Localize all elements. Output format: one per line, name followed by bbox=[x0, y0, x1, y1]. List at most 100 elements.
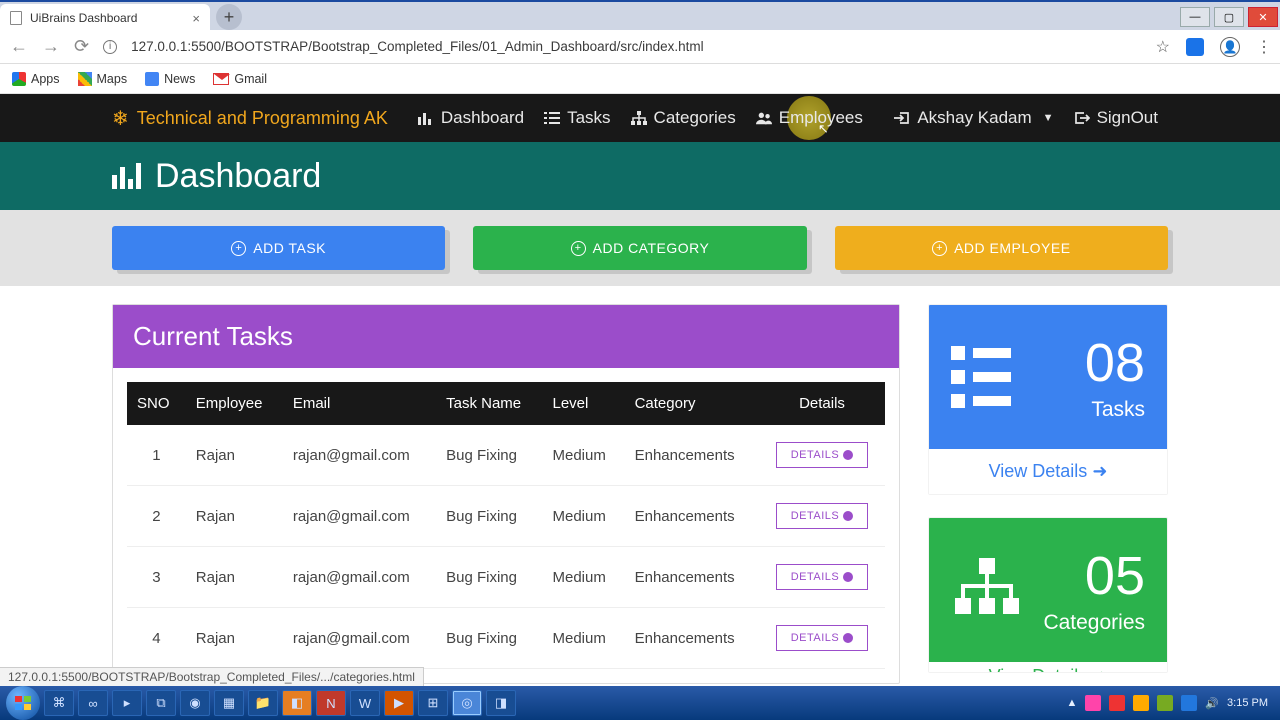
tasks-card: Current Tasks SNO Employee Email Task Na… bbox=[112, 304, 900, 684]
nav-employees[interactable]: Employees ↖ bbox=[756, 108, 863, 128]
tasks-table: SNO Employee Email Task Name Level Categ… bbox=[127, 382, 885, 669]
cell-category: Enhancements bbox=[625, 608, 759, 669]
taskbar-icon[interactable]: ▶ bbox=[384, 690, 414, 716]
cell-task: Bug Fixing bbox=[436, 486, 542, 547]
nav-categories[interactable]: Categories bbox=[631, 108, 736, 128]
taskbar-icon[interactable]: ▦ bbox=[214, 690, 244, 716]
cell-email: rajan@gmail.com bbox=[283, 608, 436, 669]
nav-signout[interactable]: SignOut bbox=[1074, 108, 1158, 128]
cell-category: Enhancements bbox=[625, 547, 759, 608]
tray-icon[interactable] bbox=[1157, 695, 1173, 711]
tasks-list-icon bbox=[951, 346, 1011, 408]
taskbar-icon[interactable]: ▸ bbox=[112, 690, 142, 716]
cell-category: Enhancements bbox=[625, 425, 759, 486]
tray-icon[interactable] bbox=[1133, 695, 1149, 711]
bookmark-news[interactable]: News bbox=[145, 72, 195, 86]
tray-icon[interactable] bbox=[1181, 695, 1197, 711]
snowflake-icon: ❄ bbox=[112, 106, 129, 131]
add-category-button[interactable]: +ADD CATEGORY bbox=[473, 226, 806, 270]
tray-show-hidden-icon[interactable]: ▲ bbox=[1066, 697, 1077, 709]
details-button[interactable]: DETAILS bbox=[776, 564, 869, 590]
col-category: Category bbox=[625, 382, 759, 425]
cell-level: Medium bbox=[542, 486, 624, 547]
forward-button[interactable]: → bbox=[42, 36, 60, 57]
taskbar-icon[interactable]: W bbox=[350, 690, 380, 716]
window-maximize-button[interactable]: ▢ bbox=[1214, 7, 1244, 27]
table-row: 2Rajanrajan@gmail.comBug FixingMediumEnh… bbox=[127, 486, 885, 547]
browser-menu-icon[interactable]: ⋮ bbox=[1256, 37, 1270, 57]
col-employee: Employee bbox=[186, 382, 283, 425]
taskbar-icon[interactable]: ◧ bbox=[282, 690, 312, 716]
bookmark-gmail[interactable]: Gmail bbox=[213, 72, 267, 86]
site-info-icon[interactable]: i bbox=[103, 40, 117, 54]
extension-icon[interactable] bbox=[1186, 38, 1204, 56]
brand[interactable]: ❄ Technical and Programming AK bbox=[112, 106, 388, 131]
details-button[interactable]: DETAILS bbox=[776, 503, 869, 529]
maps-icon bbox=[78, 72, 92, 86]
taskbar-icon[interactable]: ⊞ bbox=[418, 690, 448, 716]
bookmark-maps[interactable]: Maps bbox=[78, 72, 128, 86]
taskbar-icon[interactable]: ⌘ bbox=[44, 690, 74, 716]
dashboard-chart-icon bbox=[112, 163, 141, 189]
app-navbar: ❄ Technical and Programming AK Dashboard… bbox=[0, 94, 1280, 142]
taskbar-icon[interactable]: ◉ bbox=[180, 690, 210, 716]
taskbar-folder-icon[interactable]: 📁 bbox=[248, 690, 278, 716]
taskbar-icon[interactable]: ◨ bbox=[486, 690, 516, 716]
plus-circle-icon: + bbox=[231, 241, 246, 256]
reload-button[interactable]: ⟳ bbox=[74, 36, 89, 57]
categories-view-details-link[interactable]: View Details ➜ bbox=[929, 662, 1167, 672]
list-icon bbox=[544, 111, 560, 125]
window-close-button[interactable]: ✕ bbox=[1248, 7, 1278, 27]
taskbar-icon[interactable]: N bbox=[316, 690, 346, 716]
action-button-row: +ADD TASK +ADD CATEGORY +ADD EMPLOYEE bbox=[0, 210, 1280, 286]
tray-icon[interactable] bbox=[1085, 695, 1101, 711]
nav-tasks[interactable]: Tasks bbox=[544, 108, 610, 128]
page-icon bbox=[10, 11, 22, 25]
table-row: 4Rajanrajan@gmail.comBug FixingMediumEnh… bbox=[127, 608, 885, 669]
window-minimize-button[interactable]: — bbox=[1180, 7, 1210, 27]
browser-tab-strip: UiBrains Dashboard × + — ▢ ✕ bbox=[0, 0, 1280, 30]
taskbar-icon[interactable]: ∞ bbox=[78, 690, 108, 716]
plus-circle-icon bbox=[843, 450, 853, 460]
new-tab-button[interactable]: + bbox=[216, 4, 242, 30]
cell-level: Medium bbox=[542, 425, 624, 486]
nav-dashboard[interactable]: Dashboard bbox=[418, 108, 524, 128]
col-email: Email bbox=[283, 382, 436, 425]
plus-circle-icon bbox=[843, 572, 853, 582]
cell-level: Medium bbox=[542, 608, 624, 669]
cell-task: Bug Fixing bbox=[436, 425, 542, 486]
page-title: Dashboard bbox=[112, 157, 321, 196]
cell-sno: 3 bbox=[127, 547, 186, 608]
sitemap-icon bbox=[631, 111, 647, 125]
address-bar-row: ← → ⟳ i 127.0.0.1:5500/BOOTSTRAP/Bootstr… bbox=[0, 30, 1280, 64]
tasks-label: Tasks bbox=[1085, 398, 1145, 422]
back-button[interactable]: ← bbox=[10, 36, 28, 57]
add-task-button[interactable]: +ADD TASK bbox=[112, 226, 445, 270]
address-input[interactable]: 127.0.0.1:5500/BOOTSTRAP/Bootstrap_Compl… bbox=[131, 39, 1142, 54]
nav-user-menu[interactable]: Akshay Kadam ▼ bbox=[894, 108, 1053, 128]
plus-circle-icon bbox=[843, 511, 853, 521]
taskbar-icon[interactable]: ⧉ bbox=[146, 690, 176, 716]
tray-icon[interactable] bbox=[1109, 695, 1125, 711]
add-employee-button[interactable]: +ADD EMPLOYEE bbox=[835, 226, 1168, 270]
taskbar-chrome-icon[interactable]: ◎ bbox=[452, 690, 482, 716]
login-icon bbox=[894, 111, 910, 125]
col-level: Level bbox=[542, 382, 624, 425]
logout-icon bbox=[1074, 111, 1090, 125]
details-button[interactable]: DETAILS bbox=[776, 442, 869, 468]
bookmark-star-icon[interactable]: ☆ bbox=[1156, 37, 1170, 57]
bookmark-apps[interactable]: Apps bbox=[12, 72, 60, 86]
plus-circle-icon: + bbox=[571, 241, 586, 256]
browser-tab[interactable]: UiBrains Dashboard × bbox=[0, 4, 210, 32]
profile-avatar-icon[interactable]: 👤 bbox=[1220, 37, 1240, 57]
tray-clock[interactable]: 3:15 PM bbox=[1227, 697, 1268, 709]
details-button[interactable]: DETAILS bbox=[776, 625, 869, 651]
start-button[interactable] bbox=[6, 686, 40, 720]
main-content: Current Tasks SNO Employee Email Task Na… bbox=[0, 286, 1280, 702]
categories-count: 05 bbox=[1043, 545, 1145, 607]
close-tab-icon[interactable]: × bbox=[192, 11, 200, 26]
cell-employee: Rajan bbox=[186, 486, 283, 547]
tasks-view-details-link[interactable]: View Details ➜ bbox=[929, 449, 1167, 494]
stat-card-categories: 05 Categories View Details ➜ bbox=[928, 517, 1168, 673]
tray-volume-icon[interactable]: 🔊 bbox=[1205, 697, 1219, 710]
